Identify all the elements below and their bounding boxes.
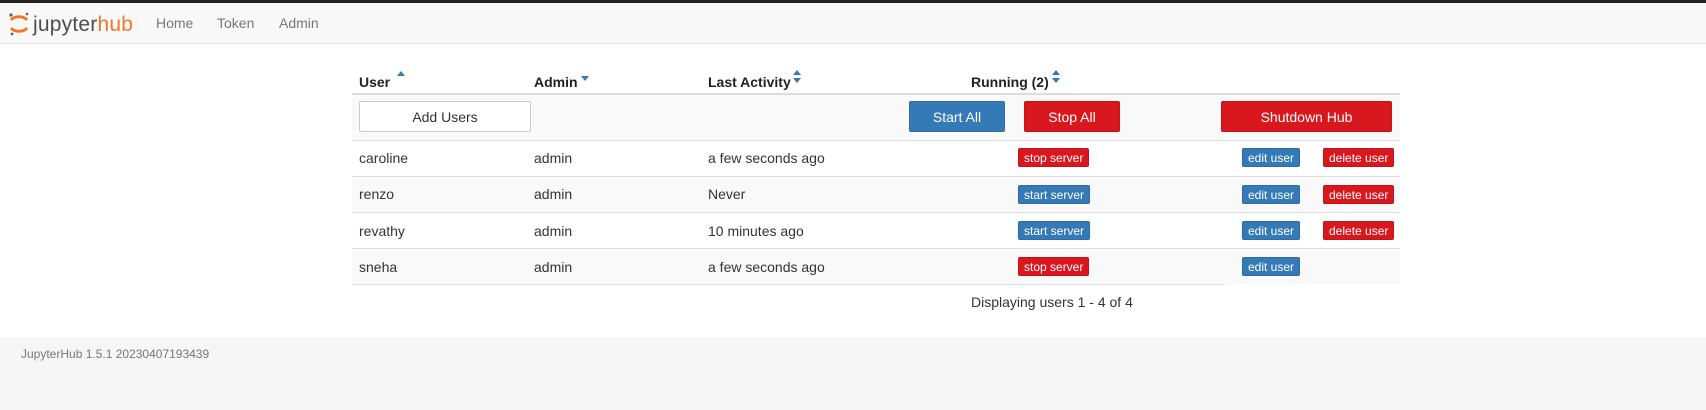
- column-header-user[interactable]: User: [359, 74, 390, 90]
- nav-admin[interactable]: Admin: [279, 15, 319, 31]
- pagination-status: Displaying users 1 - 4 of 4: [971, 294, 1133, 310]
- user-last-activity: a few seconds ago: [708, 259, 825, 275]
- user-name: caroline: [359, 150, 409, 166]
- delete-user-button[interactable]: delete user: [1323, 221, 1395, 240]
- column-header-last-activity[interactable]: Last Activity: [708, 74, 791, 90]
- edit-user-button[interactable]: edit user: [1242, 148, 1301, 167]
- navbar: jupyterhub Home Token Admin: [0, 3, 1706, 44]
- logo-text-jupyter: jupyter: [33, 12, 98, 36]
- row-divider: [352, 284, 1225, 285]
- footer: [0, 337, 1706, 410]
- logo-text: jupyterhub: [33, 14, 133, 35]
- logo[interactable]: jupyterhub: [8, 9, 133, 39]
- stop-server-button[interactable]: stop server: [1018, 148, 1090, 167]
- user-admin: admin: [534, 223, 573, 239]
- start-server-button[interactable]: start server: [1018, 185, 1091, 204]
- logo-text-hub: hub: [97, 12, 134, 36]
- row-divider: [352, 212, 1400, 213]
- row-divider: [352, 140, 1400, 141]
- column-header-running[interactable]: Running (2): [971, 74, 1049, 90]
- column-header-admin[interactable]: Admin: [534, 74, 578, 90]
- sort-desc-icon[interactable]: [581, 76, 589, 82]
- user-last-activity: 10 minutes ago: [708, 223, 804, 239]
- user-last-activity: Never: [708, 186, 746, 202]
- shutdown-hub-button[interactable]: Shutdown Hub: [1221, 101, 1392, 132]
- user-name: revathy: [359, 223, 405, 239]
- user-admin: admin: [534, 259, 573, 275]
- sort-both-icon[interactable]: [793, 70, 801, 83]
- user-name: renzo: [359, 186, 395, 202]
- edit-user-button[interactable]: edit user: [1242, 221, 1301, 240]
- sort-asc-icon[interactable]: [397, 71, 405, 77]
- nav-token[interactable]: Token: [217, 15, 254, 31]
- jupyter-logo-icon: [8, 11, 30, 37]
- stop-server-button[interactable]: stop server: [1018, 257, 1090, 276]
- user-last-activity: a few seconds ago: [708, 150, 825, 166]
- user-name: sneha: [359, 259, 398, 275]
- delete-user-button[interactable]: delete user: [1323, 185, 1395, 204]
- sort-both-icon[interactable]: [1052, 70, 1060, 83]
- user-admin: admin: [534, 186, 573, 202]
- delete-user-button[interactable]: delete user: [1323, 148, 1395, 167]
- nav-home[interactable]: Home: [156, 15, 193, 31]
- add-users-button[interactable]: Add Users: [359, 101, 531, 132]
- version-text: JupyterHub 1.5.1 20230407193439: [21, 347, 210, 361]
- stop-all-button[interactable]: Stop All: [1024, 101, 1120, 132]
- edit-user-button[interactable]: edit user: [1242, 257, 1301, 276]
- user-admin: admin: [534, 150, 573, 166]
- start-server-button[interactable]: start server: [1018, 221, 1091, 240]
- start-all-button[interactable]: Start All: [909, 101, 1005, 132]
- edit-user-button[interactable]: edit user: [1242, 185, 1301, 204]
